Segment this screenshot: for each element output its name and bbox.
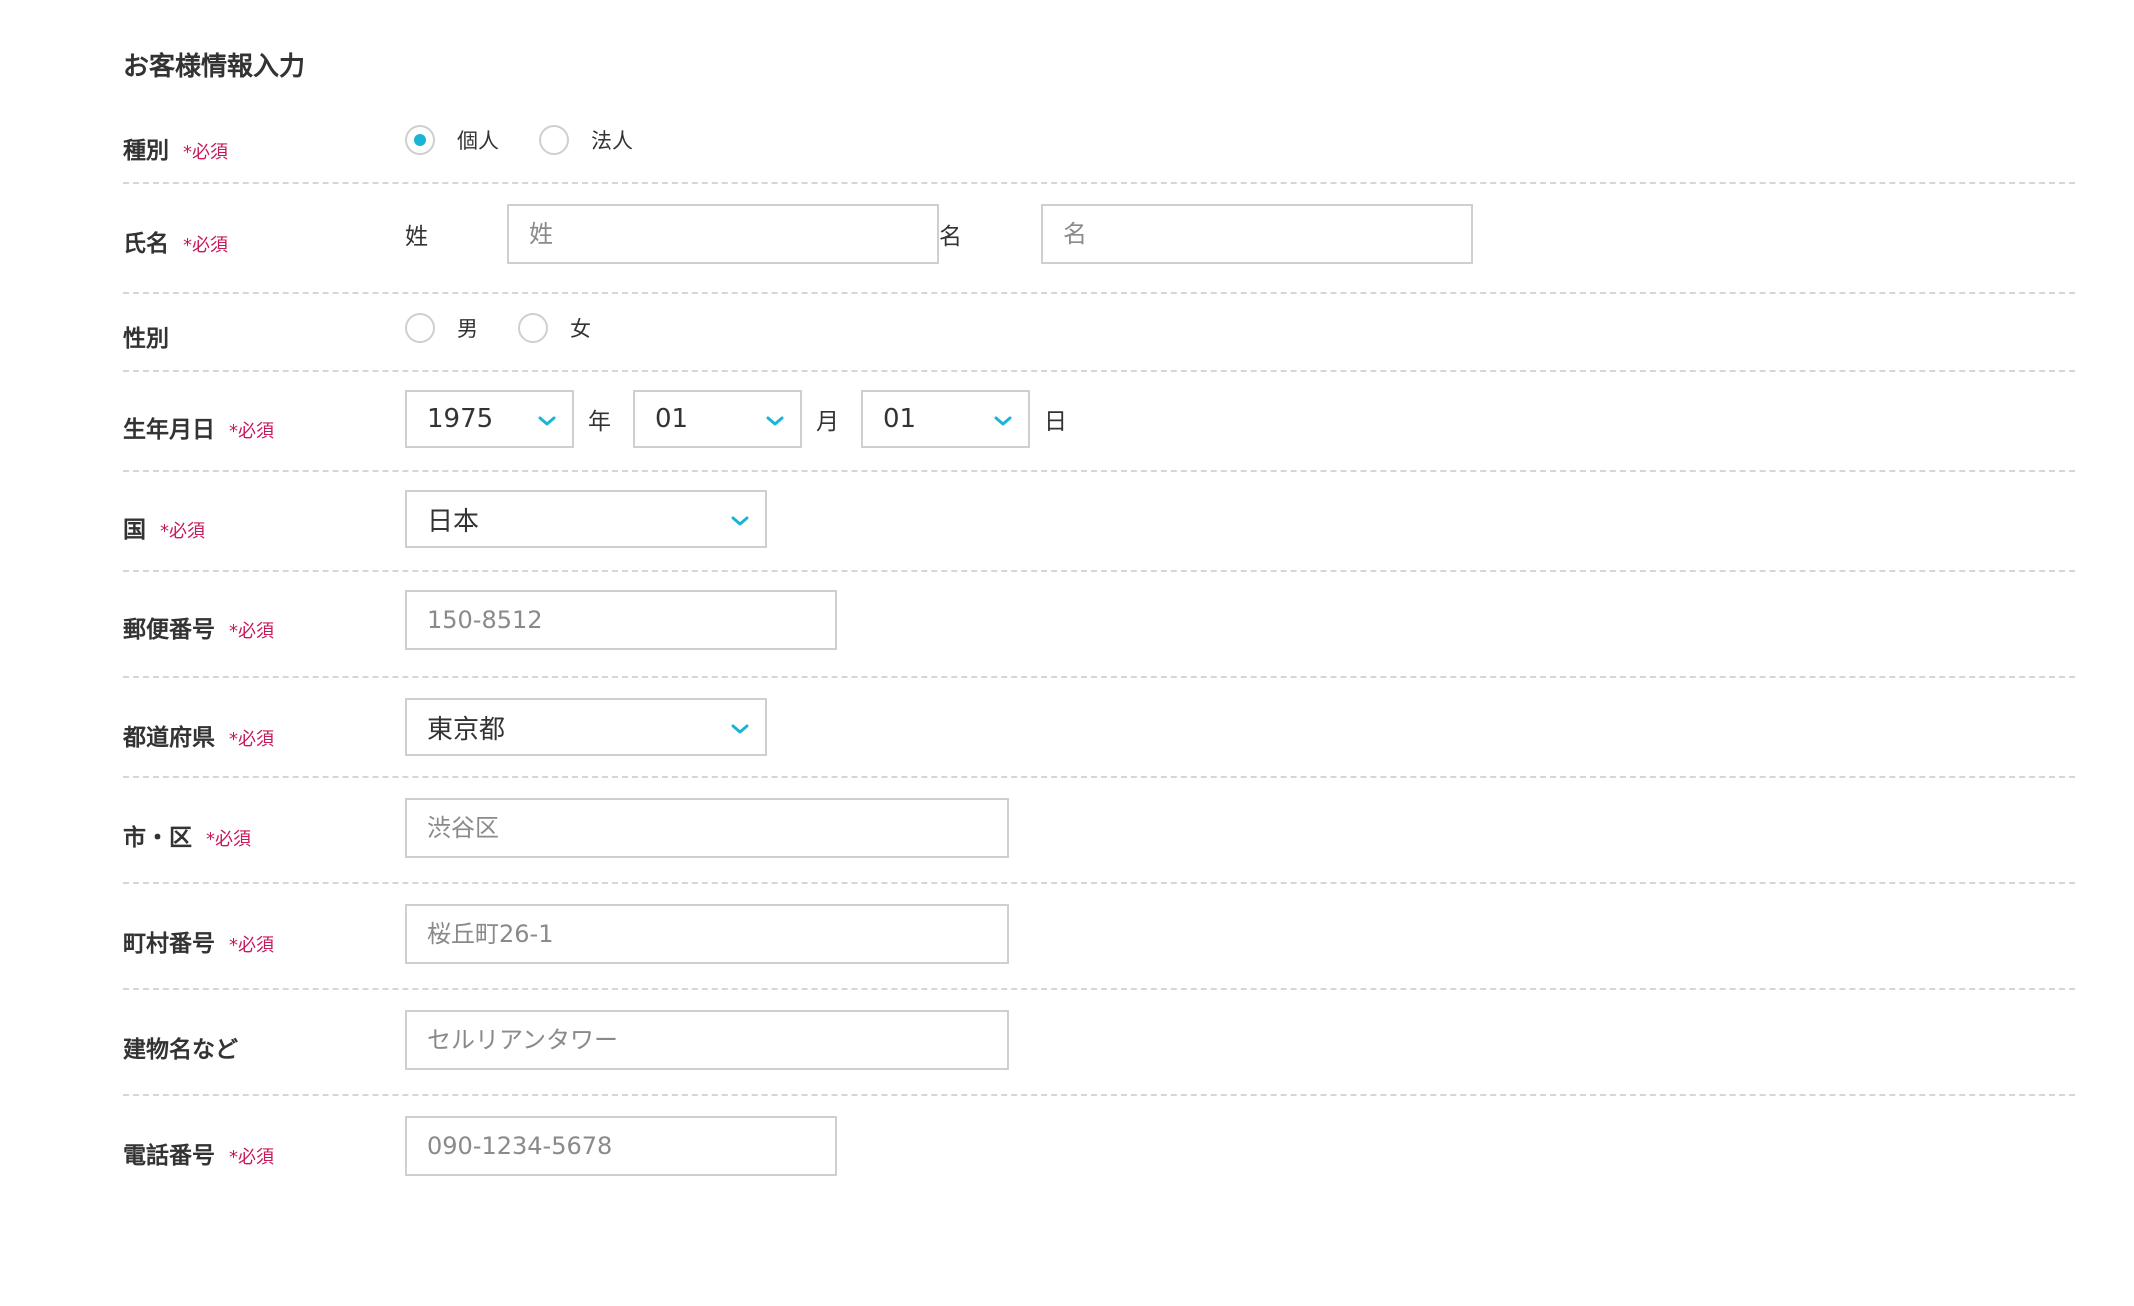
radio-checked-icon[interactable] xyxy=(405,125,435,155)
phone-input[interactable] xyxy=(405,1116,837,1176)
street-input[interactable] xyxy=(405,904,1009,964)
required-mark: *必須 xyxy=(229,1147,274,1168)
country-field: 日本 xyxy=(405,490,767,548)
row-gender: 性別 男 女 xyxy=(123,294,2075,372)
gender-option-female[interactable]: 女 xyxy=(518,313,591,343)
country-select[interactable]: 日本 xyxy=(405,490,767,548)
type-option-individual[interactable]: 個人 xyxy=(405,125,499,155)
row-postal: 郵便番号 *必須 xyxy=(123,572,2075,678)
required-mark: *必須 xyxy=(183,142,228,163)
chevron-down-icon xyxy=(731,516,749,526)
required-mark: *必須 xyxy=(160,521,205,542)
required-mark: *必須 xyxy=(229,729,274,750)
last-name-label: 姓 xyxy=(405,224,428,250)
type-label: 種別 *必須 xyxy=(123,138,228,164)
row-prefecture: 都道府県 *必須 東京都 xyxy=(123,678,2075,778)
type-radio-group: 個人 法人 xyxy=(405,125,673,155)
street-field xyxy=(405,904,1009,964)
building-input[interactable] xyxy=(405,1010,1009,1070)
row-birthdate: 生年月日 *必須 1975 年 01 月 01 日 xyxy=(123,372,2075,472)
first-name-label: 名 xyxy=(939,224,962,250)
prefecture-label: 都道府県 *必須 xyxy=(123,725,274,751)
radio-icon[interactable] xyxy=(518,313,548,343)
chevron-down-icon xyxy=(731,724,749,734)
month-unit: 月 xyxy=(816,409,839,435)
row-country: 国 *必須 日本 xyxy=(123,472,2075,572)
phone-label: 電話番号 *必須 xyxy=(123,1143,274,1169)
phone-field xyxy=(405,1116,837,1176)
birth-day-select[interactable]: 01 xyxy=(861,390,1030,448)
last-name-input[interactable] xyxy=(507,204,939,264)
required-mark: *必須 xyxy=(206,829,251,850)
form-title: お客様情報入力 xyxy=(123,52,306,82)
postal-field xyxy=(405,590,837,650)
street-label: 町村番号 *必須 xyxy=(123,931,274,957)
row-building: 建物名など xyxy=(123,990,2075,1096)
building-label: 建物名など xyxy=(123,1037,238,1063)
chevron-down-icon xyxy=(766,416,784,426)
city-label: 市・区 *必須 xyxy=(123,825,251,851)
birthdate-fields: 1975 年 01 月 01 日 xyxy=(405,390,1089,448)
day-unit: 日 xyxy=(1044,409,1067,435)
required-mark: *必須 xyxy=(229,935,274,956)
city-field xyxy=(405,798,1009,858)
type-option-corporate[interactable]: 法人 xyxy=(539,125,633,155)
first-name-input[interactable] xyxy=(1041,204,1473,264)
row-street: 町村番号 *必須 xyxy=(123,884,2075,990)
row-phone: 電話番号 *必須 xyxy=(123,1096,2075,1202)
radio-icon[interactable] xyxy=(539,125,569,155)
birth-year-select[interactable]: 1975 xyxy=(405,390,574,448)
prefecture-select[interactable]: 東京都 xyxy=(405,698,767,756)
radio-icon[interactable] xyxy=(405,313,435,343)
name-fields: 姓 名 xyxy=(405,204,1473,264)
birth-month-select[interactable]: 01 xyxy=(633,390,802,448)
country-label: 国 *必須 xyxy=(123,517,205,543)
name-label: 氏名 *必須 xyxy=(123,231,228,257)
gender-option-male[interactable]: 男 xyxy=(405,313,478,343)
year-unit: 年 xyxy=(588,409,611,435)
row-type: 種別 *必須 個人 法人 xyxy=(123,108,2075,184)
city-input[interactable] xyxy=(405,798,1009,858)
prefecture-field: 東京都 xyxy=(405,698,767,756)
row-name: 氏名 *必須 姓 名 xyxy=(123,184,2075,294)
row-city: 市・区 *必須 xyxy=(123,778,2075,884)
building-field xyxy=(405,1010,1009,1070)
required-mark: *必須 xyxy=(183,235,228,256)
required-mark: *必須 xyxy=(229,421,274,442)
chevron-down-icon xyxy=(994,416,1012,426)
postal-input[interactable] xyxy=(405,590,837,650)
postal-label: 郵便番号 *必須 xyxy=(123,617,274,643)
gender-radio-group: 男 女 xyxy=(405,313,631,343)
birthdate-label: 生年月日 *必須 xyxy=(123,417,274,443)
required-mark: *必須 xyxy=(229,621,274,642)
chevron-down-icon xyxy=(538,416,556,426)
gender-label: 性別 xyxy=(123,326,169,352)
